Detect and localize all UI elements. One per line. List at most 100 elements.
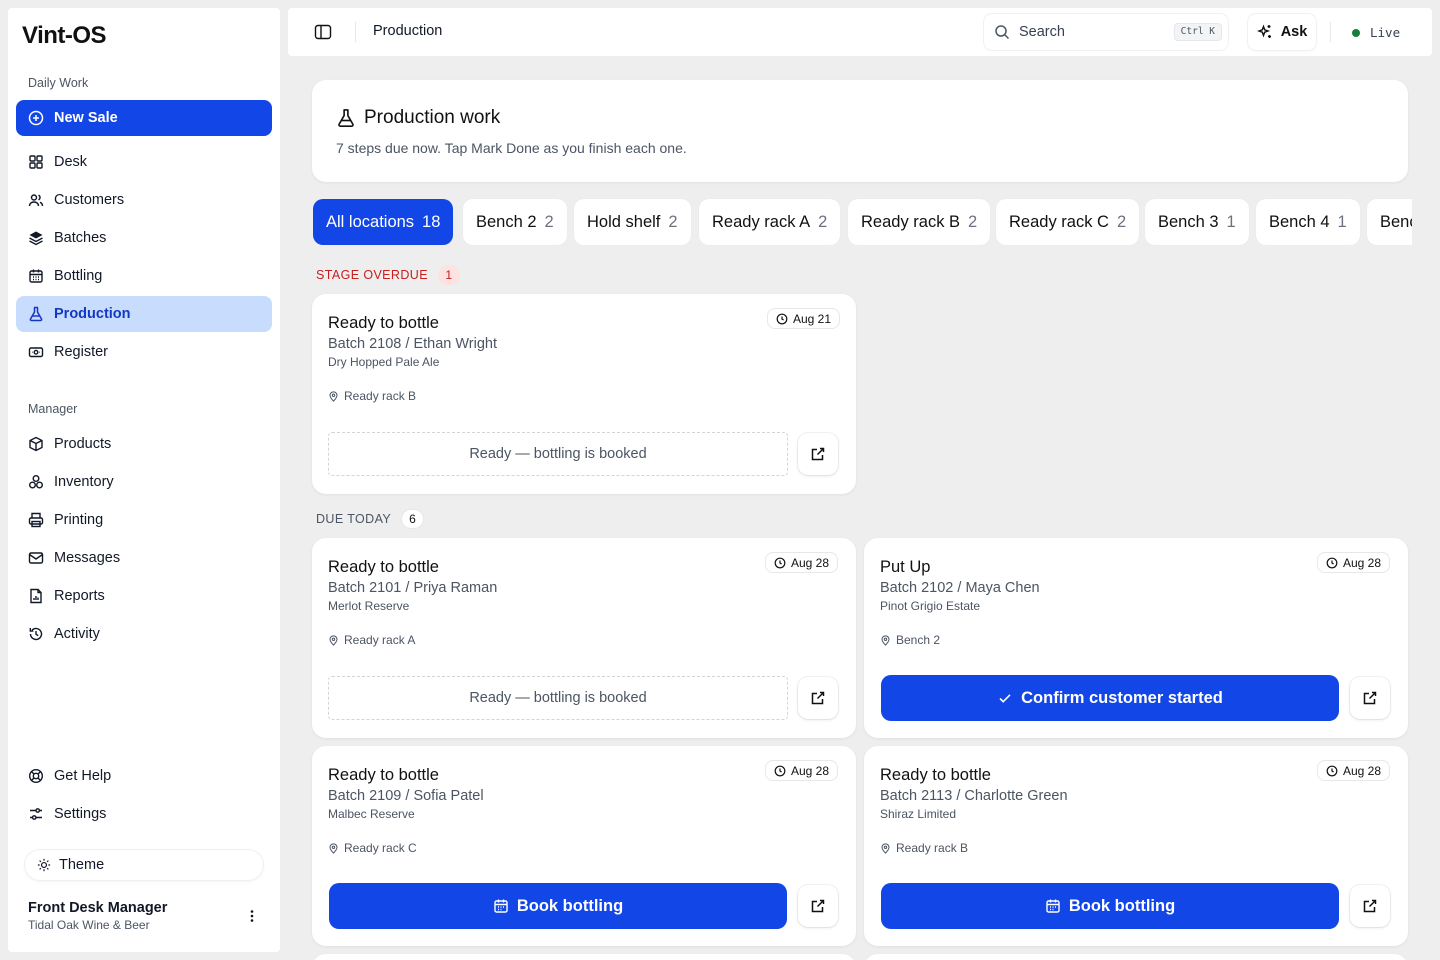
external-link-icon — [811, 691, 825, 705]
due-date: Aug 28 — [791, 555, 830, 570]
group-count-badge: 6 — [401, 509, 425, 529]
task-title: Ready to bottle — [328, 766, 439, 784]
location-filters: All locations 18 Bench 2 2 Hold shelf 2 Rea… — [312, 198, 1412, 246]
live-dot — [1352, 28, 1360, 37]
sidebar-item-products[interactable]: Products — [16, 426, 272, 462]
sidebar-item-messages[interactable]: Messages — [16, 540, 272, 576]
sidebar-toggle-icon[interactable] — [314, 24, 332, 40]
filter-chip-ready-rack-a[interactable]: Ready rack A 2 — [699, 199, 841, 245]
task-product: Malbec Reserve — [328, 807, 415, 821]
plus-circle-icon — [28, 110, 44, 126]
sidebar-item-settings[interactable]: Settings — [16, 796, 272, 832]
map-pin-icon — [881, 842, 890, 854]
sidebar-item-bottling[interactable]: Bottling — [16, 258, 272, 294]
search-box[interactable]: Ctrl K — [984, 14, 1228, 50]
task-location: Ready rack B — [328, 389, 416, 403]
external-link-icon — [1363, 691, 1377, 705]
map-pin-icon — [329, 634, 338, 646]
sidebar-item-label: Batches — [54, 230, 107, 246]
filter-count: 18 — [422, 212, 441, 231]
task-batch: Batch 2113 / Charlotte Green — [880, 788, 1068, 804]
location-label: Ready rack A — [344, 633, 416, 647]
calendar-icon — [29, 269, 43, 283]
location-label: Ready rack B — [896, 841, 969, 855]
report-icon — [30, 588, 42, 604]
due-date-badge: Aug 28 — [1317, 760, 1391, 781]
page-title: Production work — [364, 107, 501, 128]
theme-toggle-button[interactable]: Theme — [25, 850, 263, 880]
sidebar-item-customers[interactable]: Customers — [16, 182, 272, 218]
sidebar-item-production[interactable]: Production — [16, 296, 272, 332]
open-task-button[interactable] — [798, 885, 838, 927]
due-date: Aug 28 — [1343, 763, 1382, 778]
sun-icon — [37, 858, 51, 872]
sidebar-item-label: Messages — [54, 550, 121, 566]
task-batch: Batch 2101 / Priya Raman — [328, 580, 498, 596]
mail-icon — [28, 552, 44, 564]
external-link-icon — [1363, 899, 1377, 913]
task-product: Dry Hopped Pale Ale — [328, 355, 440, 369]
filter-chip-all-locations[interactable]: All locations 18 — [313, 199, 454, 245]
stack-icon — [29, 475, 43, 489]
divider — [1330, 22, 1331, 42]
lifebuoy-icon — [28, 768, 44, 784]
user-profile[interactable]: Front Desk Manager Tidal Oak Wine & Beer — [28, 900, 167, 932]
sidebar-item-inventory[interactable]: Inventory — [16, 464, 272, 500]
filter-label: Bench 2 — [476, 212, 537, 231]
printer-icon — [28, 512, 44, 528]
book-bottling-button[interactable]: Book bottling — [881, 883, 1339, 929]
book-bottling-button[interactable]: Book bottling — [329, 883, 787, 929]
filter-label: Bench 4 — [1269, 212, 1330, 231]
more-vertical-icon[interactable] — [244, 908, 260, 924]
search-input[interactable] — [1019, 24, 1169, 40]
map-pin-icon — [881, 634, 890, 646]
map-pin-icon — [329, 390, 338, 402]
filter-chip-hold-shelf[interactable]: Hold shelf 2 — [574, 199, 691, 245]
open-task-button[interactable] — [1350, 677, 1390, 719]
filter-label: Bench 3 — [1158, 212, 1219, 231]
task-card: Ready to bottle Aug 28 Batch 2113 / Char… — [864, 746, 1408, 946]
app-logo[interactable]: Vint-OS — [22, 22, 107, 50]
sidebar-item-get-help[interactable]: Get Help — [16, 758, 272, 794]
new-sale-button[interactable]: New Sale — [16, 100, 272, 136]
open-task-button[interactable] — [798, 433, 838, 475]
confirm-customer-started-button[interactable]: Confirm customer started — [881, 675, 1339, 721]
task-title: Ready to bottle — [328, 558, 439, 576]
group-count-badge: 1 — [437, 265, 460, 285]
task-batch: Batch 2102 / Maya Chen — [880, 580, 1040, 596]
action-label: Confirm customer started — [1021, 688, 1223, 707]
filter-chip-ready-rack-c[interactable]: Ready rack C 2 — [996, 199, 1140, 245]
group-title: STAGE OVERDUE — [316, 268, 428, 282]
filter-chip-bench-2[interactable]: Bench 2 2 — [463, 199, 567, 245]
task-title: Ready to bottle — [328, 314, 439, 332]
sidebar-item-label: Settings — [54, 806, 107, 822]
sidebar-item-register[interactable]: Register — [16, 334, 272, 370]
sidebar-item-reports[interactable]: Reports — [16, 578, 272, 614]
action-label: Book bottling — [1068, 896, 1176, 915]
sidebar-item-printing[interactable]: Printing — [16, 502, 272, 538]
due-date: Aug 28 — [791, 763, 830, 778]
filter-chip-bench-4[interactable]: Bench 4 1 — [1256, 199, 1360, 245]
ask-button[interactable]: Ask — [1248, 14, 1316, 50]
due-date-badge: Aug 28 — [765, 552, 839, 573]
section-label-manager: Manager — [28, 402, 78, 416]
section-label-daily-work: Daily Work — [28, 76, 89, 90]
filter-label: Hold shelf — [587, 212, 661, 231]
sidebar-item-label: Register — [54, 344, 108, 360]
page-header: Production work 7 steps due now. Tap Mar… — [312, 80, 1408, 182]
sidebar-item-batches[interactable]: Batches — [16, 220, 272, 256]
task-title: Put Up — [880, 558, 931, 576]
flask-icon — [29, 306, 43, 322]
open-task-button[interactable] — [1350, 885, 1390, 927]
flask-icon — [338, 109, 354, 127]
filter-chip-ready-rack-b[interactable]: Ready rack B 2 — [848, 199, 991, 245]
sidebar-item-activity[interactable]: Activity — [16, 616, 272, 652]
filter-chip-bench-3[interactable]: Bench 3 1 — [1145, 199, 1249, 245]
user-org: Tidal Oak Wine & Beer — [28, 918, 150, 932]
external-link-icon — [811, 447, 825, 461]
due-date: Aug 21 — [793, 311, 832, 326]
filter-chip-bench-more[interactable]: Bench — [1367, 199, 1412, 245]
open-task-button[interactable] — [798, 677, 838, 719]
new-sale-label: New Sale — [54, 110, 118, 126]
sidebar-item-desk[interactable]: Desk — [16, 144, 272, 180]
